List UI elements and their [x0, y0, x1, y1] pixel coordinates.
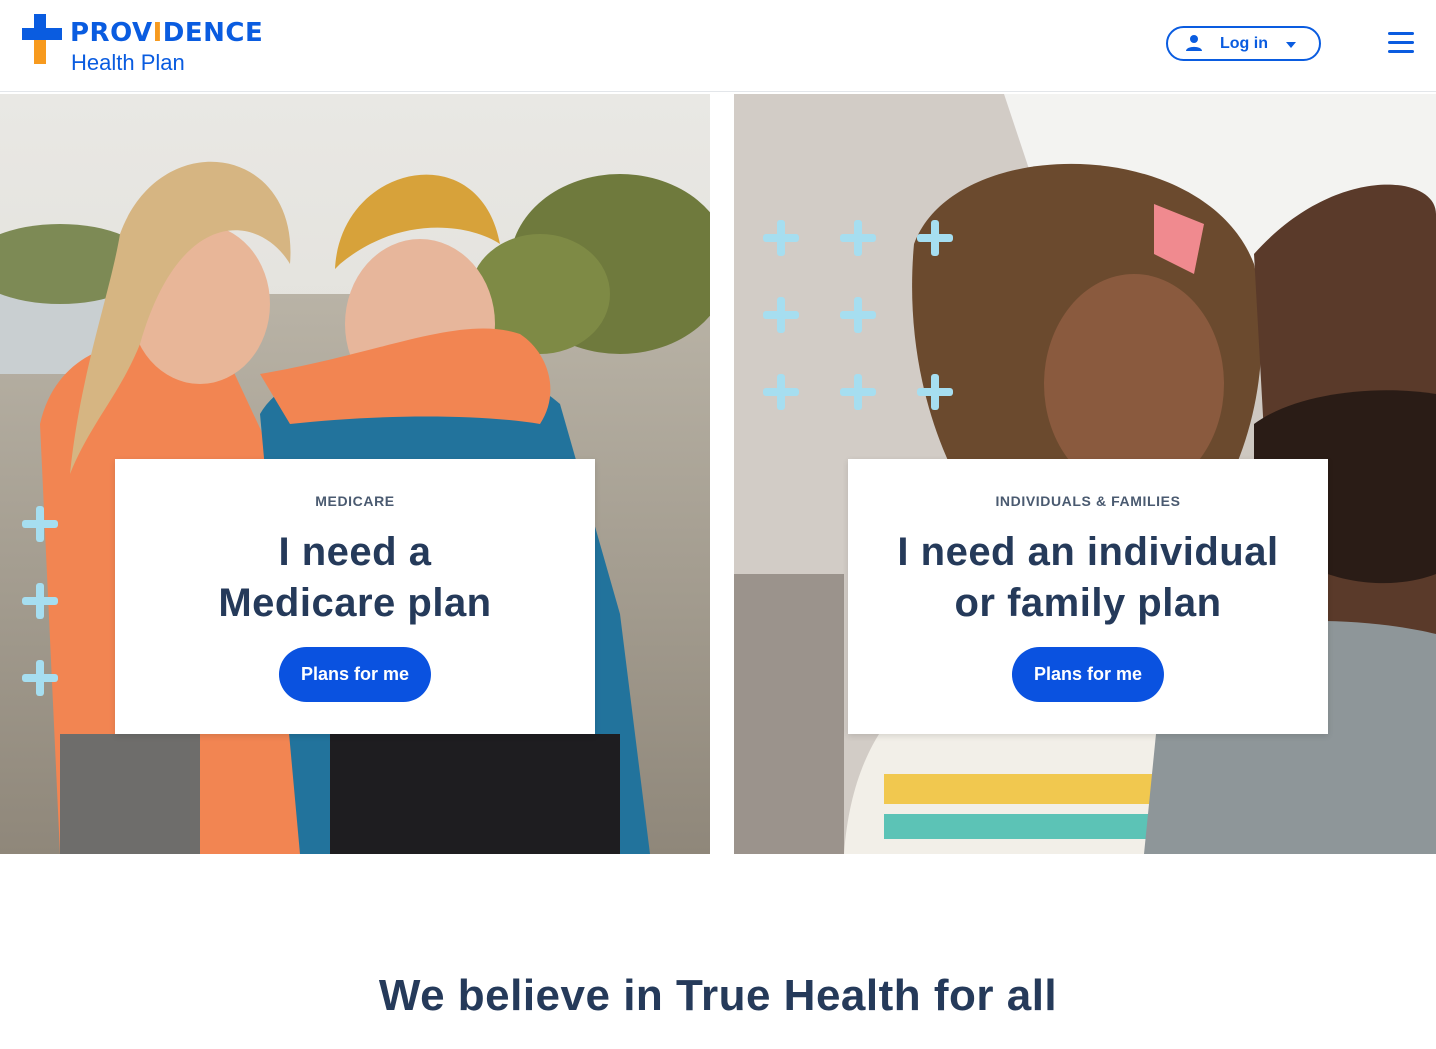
- plus-icon: [838, 372, 878, 412]
- plus-icon: [20, 581, 60, 621]
- hamburger-menu-icon[interactable]: [1388, 32, 1416, 54]
- card-headline: I need a Medicare plan: [218, 530, 492, 625]
- plus-icon: [761, 372, 801, 412]
- plus-icon: [915, 218, 955, 258]
- section-heading: We believe in True Health for all: [378, 971, 1058, 1020]
- logo-wordmark: PROVIDENCE: [70, 18, 264, 48]
- plus-icon: [761, 218, 801, 258]
- login-label: Log in: [1220, 35, 1268, 52]
- user-icon: [1186, 35, 1202, 51]
- card-eyebrow: MEDICARE: [315, 493, 395, 509]
- card-headline: I need an individual or family plan: [897, 530, 1279, 625]
- individual-family-plan-card: INDIVIDUALS & FAMILIES I need an individ…: [848, 459, 1328, 734]
- medicare-plans-for-me-button[interactable]: Plans for me: [278, 647, 432, 702]
- logo-subtitle: Health Plan: [71, 50, 185, 75]
- plus-icon: [915, 372, 955, 412]
- plus-icon: [761, 295, 801, 335]
- plus-icon: [20, 504, 60, 544]
- caret-down-icon: [1286, 42, 1296, 48]
- cross-logo-icon: [22, 14, 62, 64]
- plus-icon: [20, 658, 60, 698]
- plus-icon: [838, 295, 878, 335]
- login-button[interactable]: Log in: [1166, 26, 1321, 61]
- individual-plans-for-me-button[interactable]: Plans for me: [1011, 647, 1165, 702]
- site-header: PROVIDENCE Health Plan Log in: [0, 0, 1436, 92]
- providence-health-plan-logo[interactable]: PROVIDENCE Health Plan: [22, 14, 282, 78]
- medicare-plan-card: MEDICARE I need a Medicare plan Plans fo…: [115, 459, 595, 734]
- plus-icon: [838, 218, 878, 258]
- card-eyebrow: INDIVIDUALS & FAMILIES: [995, 493, 1181, 509]
